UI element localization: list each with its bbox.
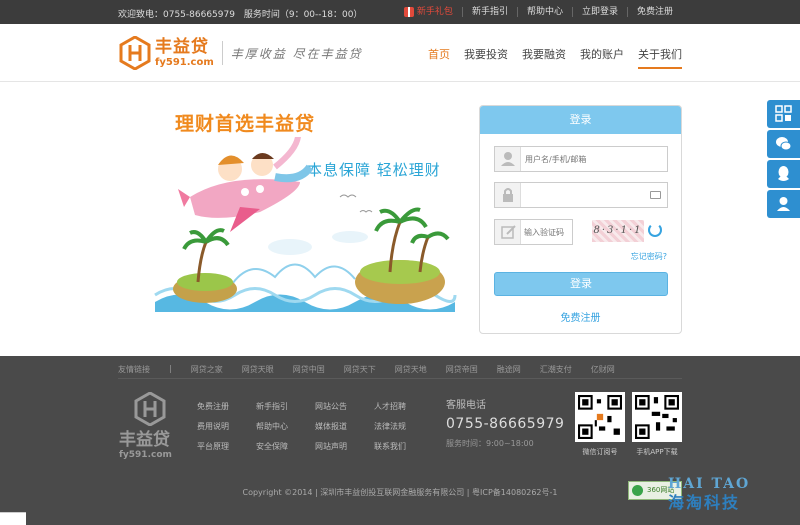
side-qr-button[interactable] (767, 100, 800, 128)
haitao-watermark: HAI TAO 海淘科技 (668, 476, 798, 524)
footer-link-columns: 免费注册 费用说明 平台原理 新手指引 帮助中心 安全保障 网站公告 媒体报道 … (197, 397, 433, 457)
footer-link[interactable]: 网站声明 (315, 442, 347, 451)
login-panel: 登录 8·3·1·1 忘记密码? 登录 免费注册 (479, 105, 682, 334)
top-hotline: 欢迎致电：0755-86665979 (118, 10, 235, 20)
username-input[interactable] (525, 150, 665, 168)
footer-logo: 丰益贷 fy591.com (119, 391, 185, 460)
footer-link[interactable]: 平台原理 (197, 442, 229, 451)
footer-logo-domain: fy591.com (119, 450, 172, 460)
logo-hex-icon (119, 36, 151, 70)
friend-links-label: 友情链接 (118, 365, 150, 374)
register-link[interactable]: 免费注册 (480, 309, 681, 324)
footer-link[interactable]: 媒体报道 (315, 422, 347, 431)
qr-app: 手机APP下载 (632, 392, 682, 457)
edit-icon (495, 220, 521, 244)
status-corner (0, 512, 26, 525)
user-icon (495, 147, 521, 171)
friend-link[interactable]: 融途网 (497, 364, 521, 375)
top-link-login[interactable]: 立即登录 (571, 7, 627, 17)
hero-title: 理财首选丰益贷 (175, 113, 316, 135)
nav-home[interactable]: 首页 (428, 46, 450, 69)
slogan-divider (221, 41, 223, 65)
side-wechat-button[interactable] (767, 130, 800, 158)
footer-link[interactable]: 新手指引 (256, 402, 288, 411)
logo-name: 丰益贷 (155, 37, 209, 57)
footer-logo-hex-icon (134, 391, 166, 427)
qr-wechat: 微信订阅号 (575, 392, 625, 457)
friend-links-separator: | (169, 364, 172, 373)
top-bar: 欢迎致电：0755-86665979 服务时间（9：00--18：00） 新手礼… (0, 0, 800, 24)
footer-link[interactable]: 法律法规 (374, 422, 406, 431)
qr-code-icon (632, 392, 682, 442)
friend-link[interactable]: 网贷天地 (395, 364, 427, 375)
qr-wechat-caption: 微信订阅号 (582, 448, 618, 456)
footer-link[interactable]: 免费注册 (197, 402, 229, 411)
gift-icon (403, 7, 414, 17)
friend-links: 友情链接 | 网贷之家 网贷天眼 网贷中国 网贷天下 网贷天地 网贷帝国 融途网… (118, 364, 615, 375)
friend-link[interactable]: 汇潮支付 (540, 364, 572, 375)
top-link-register[interactable]: 免费注册 (626, 7, 682, 17)
footer-hotline: 客服电话 0755-86665979 服务时间：9:00~18:00 (446, 396, 564, 449)
qr-code-icon (575, 392, 625, 442)
watermark-top: HAI TAO (668, 476, 751, 492)
top-link-help[interactable]: 帮助中心 (516, 7, 572, 17)
friend-link[interactable]: 网贷天下 (344, 364, 376, 375)
footer-link[interactable]: 网站公告 (315, 402, 347, 411)
nav-about-us[interactable]: 关于我们 (638, 46, 682, 69)
captcha-field[interactable] (494, 219, 573, 245)
nav-invest[interactable]: 我要投资 (464, 46, 508, 69)
password-field[interactable] (494, 182, 668, 208)
footer-link[interactable]: 帮助中心 (256, 422, 288, 431)
username-field[interactable] (494, 146, 668, 172)
hotline-number: 0755-86665979 (446, 416, 565, 432)
qr-code-icon (775, 105, 792, 122)
nav-financing[interactable]: 我要融资 (522, 46, 566, 69)
lock-icon (495, 183, 521, 207)
footer-link[interactable]: 联系我们 (374, 442, 406, 451)
logo-domain: fy591.com (155, 57, 214, 68)
forgot-password-link[interactable]: 忘记密码? (631, 251, 667, 262)
footer-link[interactable]: 费用说明 (197, 422, 229, 431)
top-service-time: 服务时间（9：00--18：00） (243, 10, 363, 20)
friend-link[interactable]: 网贷帝国 (446, 364, 478, 375)
main-nav: 首页 我要投资 我要融资 我的账户 关于我们 (414, 46, 682, 69)
site-logo[interactable]: 丰益贷 fy591.com 丰厚收益 尽在丰益贷 (119, 36, 363, 70)
password-input[interactable] (525, 186, 665, 204)
login-button[interactable]: 登录 (494, 272, 668, 296)
top-link-newbie-gift[interactable]: 新手礼包 (395, 7, 462, 17)
friend-link[interactable]: 网贷天眼 (242, 364, 274, 375)
top-link-newbie-guide[interactable]: 新手指引 (461, 7, 517, 17)
friend-link[interactable]: 亿财网 (591, 364, 615, 375)
qr-app-caption: 手机APP下载 (636, 448, 678, 456)
friend-link[interactable]: 网贷之家 (191, 364, 223, 375)
hero-illustration (154, 137, 457, 312)
footer-link[interactable]: 安全保障 (256, 442, 288, 451)
captcha-image[interactable]: 8·3·1·1 (592, 220, 644, 242)
refresh-captcha-icon[interactable] (648, 223, 662, 237)
slogan: 丰厚收益 尽在丰益贷 (230, 46, 363, 61)
floating-sidebar (767, 100, 800, 220)
hotline-time: 服务时间：9:00~18:00 (446, 439, 534, 448)
qq-icon (778, 166, 789, 181)
footer-link[interactable]: 人才招聘 (374, 402, 406, 411)
friend-link[interactable]: 网贷中国 (293, 364, 325, 375)
keyboard-icon[interactable] (650, 191, 661, 199)
footer-divider (118, 378, 682, 379)
wechat-icon (776, 137, 792, 151)
side-service-button[interactable] (767, 190, 800, 218)
footer-logo-name: 丰益贷 (119, 430, 170, 450)
header: 丰益贷 fy591.com 丰厚收益 尽在丰益贷 首页 我要投资 我要融资 我的… (0, 24, 800, 82)
side-qq-button[interactable] (767, 160, 800, 188)
nav-my-account[interactable]: 我的账户 (580, 46, 624, 69)
customer-service-icon (777, 197, 790, 211)
watermark-bottom: 海淘科技 (668, 493, 741, 512)
login-heading: 登录 (480, 106, 681, 134)
hotline-label: 客服电话 (446, 400, 486, 411)
captcha-input[interactable] (524, 223, 572, 241)
